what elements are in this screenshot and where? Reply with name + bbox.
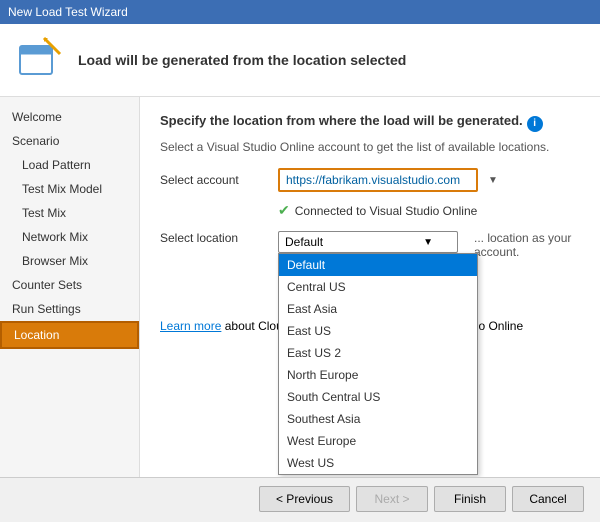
sidebar-item-test-mix[interactable]: Test Mix [0,201,139,225]
sidebar-item-welcome[interactable]: Welcome [0,105,139,129]
location-dropdown-trigger[interactable]: Default ▼ [278,231,458,253]
content-area: Welcome Scenario Load Pattern Test Mix M… [0,97,600,477]
account-input[interactable] [278,168,478,192]
footer: < Previous Next > Finish Cancel [0,477,600,520]
location-option-southeast-asia[interactable]: Southest Asia [279,408,477,430]
finish-button[interactable]: Finish [434,486,506,512]
location-option-east-asia[interactable]: East Asia [279,298,477,320]
location-dropdown-container: Default ▼ Default Central US East Asia E… [278,231,458,253]
select-account-label: Select account [160,173,270,187]
title-bar-label: New Load Test Wizard [8,5,128,19]
header-title: Load will be generated from the location… [78,52,406,68]
location-option-north-europe[interactable]: North Europe [279,364,477,386]
sidebar-item-run-settings[interactable]: Run Settings [0,297,139,321]
cancel-button[interactable]: Cancel [512,486,584,512]
sidebar-item-test-mix-model[interactable]: Test Mix Model [0,177,139,201]
sidebar: Welcome Scenario Load Pattern Test Mix M… [0,97,140,477]
location-option-south-central-us[interactable]: South Central US [279,386,477,408]
sidebar-item-scenario[interactable]: Scenario [0,129,139,153]
info-icon: i [527,116,543,132]
previous-button[interactable]: < Previous [259,486,350,512]
select-location-label: Select location [160,231,270,245]
panel-subtitle: Select a Visual Studio Online account to… [160,140,580,154]
select-account-row: Select account ▼ [160,168,580,192]
location-option-east-us[interactable]: East US [279,320,477,342]
learn-more-link[interactable]: Learn more [160,319,221,333]
sidebar-item-load-pattern[interactable]: Load Pattern [0,153,139,177]
panel-title: Specify the location from where the load… [160,113,523,128]
connected-status-text: Connected to Visual Studio Online [295,204,478,218]
sidebar-item-location[interactable]: Location [0,321,139,349]
location-dropdown-list: Default Central US East Asia East US Eas… [278,253,478,475]
check-icon: ✔ [278,202,290,219]
account-dropdown-arrow[interactable]: ▼ [488,175,498,186]
location-option-east-us-2[interactable]: East US 2 [279,342,477,364]
panel-title-row: Specify the location from where the load… [160,113,580,134]
location-dropdown-value: Default [285,235,323,249]
main-container: Load will be generated from the location… [0,24,600,520]
sidebar-item-counter-sets[interactable]: Counter Sets [0,273,139,297]
connected-status: ✔ Connected to Visual Studio Online [278,202,580,219]
next-button[interactable]: Next > [356,486,428,512]
wizard-icon [16,36,64,84]
location-option-default[interactable]: Default [279,254,477,276]
header-area: Load will be generated from the location… [0,24,600,97]
dropdown-note: ... location as your account. [474,231,580,259]
sidebar-item-browser-mix[interactable]: Browser Mix [0,249,139,273]
location-option-central-us[interactable]: Central US [279,276,477,298]
location-option-west-us[interactable]: West US [279,452,477,474]
title-bar: New Load Test Wizard [0,0,600,24]
location-option-west-europe[interactable]: West Europe [279,430,477,452]
select-location-row: Select location Default ▼ Default Centra… [160,231,580,259]
sidebar-item-network-mix[interactable]: Network Mix [0,225,139,249]
main-panel: Specify the location from where the load… [140,97,600,477]
location-dropdown-arrow: ▼ [423,237,433,248]
